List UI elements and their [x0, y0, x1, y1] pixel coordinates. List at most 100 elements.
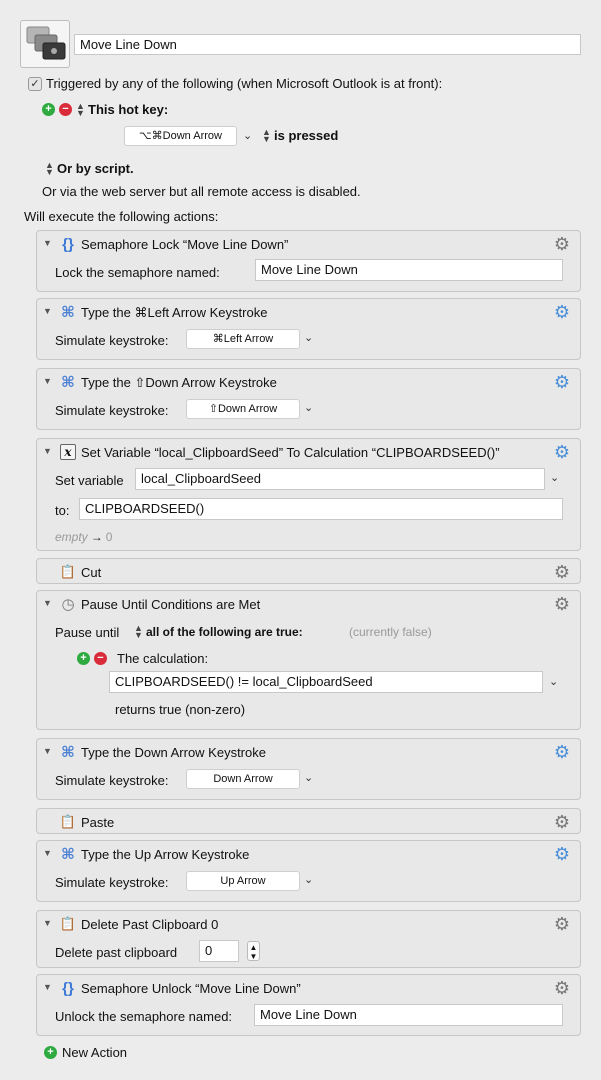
command-key-icon: ⌘ [61, 304, 75, 321]
field-label: Simulate keystroke: [55, 333, 169, 348]
macro-group-icon [20, 20, 70, 68]
action-set-variable[interactable]: ▼ x Set Variable “local_ClipboardSeed” T… [36, 438, 581, 551]
action-header: ▼ ⌘ Type the ⇧Down Arrow Keystroke ⚙ [37, 369, 580, 395]
action-type-keystroke[interactable]: ▼ ⌘ Type the Down Arrow Keystroke ⚙ Simu… [36, 738, 581, 800]
remove-condition-icon[interactable]: − [94, 652, 107, 665]
gear-icon[interactable]: ⚙ [552, 372, 572, 392]
gear-icon[interactable]: ⚙ [552, 742, 572, 762]
action-header: ▼ ◷ Pause Until Conditions are Met ⚙ [37, 591, 580, 617]
action-semaphore-unlock[interactable]: ▼ {} Semaphore Unlock “Move Line Down” ⚙… [36, 974, 581, 1036]
disclosure-triangle-icon[interactable]: ▼ [43, 446, 52, 456]
action-type-keystroke[interactable]: ▼ ⌘ Type the ⇧Down Arrow Keystroke ⚙ Sim… [36, 368, 581, 430]
action-title: Type the Down Arrow Keystroke [81, 745, 266, 760]
action-delete-past-clipboard[interactable]: ▼ 📋 Delete Past Clipboard 0 ⚙ Delete pas… [36, 910, 581, 968]
calculation-preview: empty → 0 [55, 530, 112, 544]
field-label: Simulate keystroke: [55, 403, 169, 418]
disclosure-triangle-icon[interactable]: ▼ [43, 376, 52, 386]
gear-icon[interactable]: ⚙ [552, 302, 572, 322]
hotkey-label: This hot key: [88, 102, 169, 117]
disclosure-triangle-icon[interactable]: ▼ [43, 746, 52, 756]
trigger-checkbox[interactable]: ✓ [28, 76, 42, 91]
stepper-icon[interactable]: ▲ ▼ [247, 941, 260, 961]
action-title: Semaphore Unlock “Move Line Down” [81, 981, 301, 996]
action-pause-until[interactable]: ▼ ◷ Pause Until Conditions are Met ⚙ Pau… [36, 590, 581, 730]
updown-icon: ▲ ▼ [134, 623, 143, 640]
updown-icon[interactable]: ▲ ▼ [76, 101, 85, 117]
field-label: Lock the semaphore named: [55, 265, 220, 280]
remove-trigger-icon[interactable]: − [59, 103, 72, 116]
action-title: Paste [81, 815, 115, 830]
action-header: ▼ 📋 Delete Past Clipboard 0 ⚙ [37, 911, 580, 937]
add-trigger-icon[interactable]: + [42, 103, 55, 116]
preview-empty: empty [55, 530, 88, 544]
disclosure-triangle-icon[interactable]: ▼ [43, 982, 52, 992]
chevron-down-icon[interactable]: ⌄ [304, 401, 313, 414]
x-variable-icon: x [60, 444, 76, 460]
gear-icon[interactable]: ⚙ [552, 594, 572, 614]
disclosure-triangle-icon[interactable]: ▼ [43, 306, 52, 316]
clipboard-icon: 📋 [59, 564, 77, 579]
calculation-field[interactable]: CLIPBOARDSEED() [79, 498, 563, 520]
keystroke-field[interactable]: Up Arrow [186, 871, 300, 891]
gear-icon[interactable]: ⚙ [552, 914, 572, 934]
chevron-down-icon[interactable]: ⌄ [550, 471, 559, 484]
chevron-down-icon[interactable]: ⌄ [304, 873, 313, 886]
clipboard-icon: 📋 [59, 814, 77, 829]
plus-icon: + [44, 1046, 57, 1059]
action-title: Set Variable “local_ClipboardSeed” To Ca… [81, 445, 500, 460]
action-cut[interactable]: 📋 Cut ⚙ [36, 558, 581, 584]
updown-icon: ▲ ▼ [45, 159, 54, 177]
action-type-keystroke[interactable]: ▼ ⌘ Type the Up Arrow Keystroke ⚙ Simula… [36, 840, 581, 902]
disclosure-triangle-icon[interactable]: ▼ [43, 238, 52, 248]
field-label: Delete past clipboard [55, 945, 178, 960]
hotkey-field[interactable]: ⌥⌘Down Arrow [124, 126, 237, 146]
action-header: ▼ ⌘ Type the Up Arrow Keystroke ⚙ [37, 841, 580, 867]
disclosure-triangle-icon[interactable]: ▼ [43, 918, 52, 928]
arrow-right-icon: → [90, 530, 103, 544]
condition-calculation-field[interactable]: CLIPBOARDSEED() != local_ClipboardSeed [109, 671, 543, 693]
chevron-down-icon[interactable]: ⌄ [304, 771, 313, 784]
action-title: Type the ⇧Down Arrow Keystroke [81, 375, 277, 390]
gear-icon[interactable]: ⚙ [552, 812, 572, 832]
semaphore-name-field[interactable]: Move Line Down [255, 259, 563, 281]
chevron-down-icon[interactable]: ⌄ [304, 331, 313, 344]
semaphore-name-field[interactable]: Move Line Down [254, 1004, 563, 1026]
braces-icon: {} [62, 979, 74, 997]
hotkey-state-popup[interactable]: ▲ ▼ is pressed [262, 127, 338, 143]
chevron-down-icon[interactable]: ⌄ [243, 129, 252, 142]
calculation-label: The calculation: [117, 651, 209, 666]
action-title: Pause Until Conditions are Met [81, 597, 261, 612]
action-paste[interactable]: 📋 Paste ⚙ [36, 808, 581, 834]
new-action-button[interactable]: + New Action [44, 1045, 127, 1060]
add-condition-icon[interactable]: + [77, 652, 90, 665]
variable-name-field[interactable]: local_ClipboardSeed [135, 468, 545, 490]
action-header: 📋 Paste ⚙ [37, 809, 580, 835]
action-title: Semaphore Lock “Move Line Down” [81, 237, 289, 252]
keystroke-field[interactable]: ⇧Down Arrow [186, 399, 300, 419]
command-key-icon: ⌘ [61, 744, 75, 761]
keystroke-field[interactable]: ⌘Left Arrow [186, 329, 300, 349]
gear-icon[interactable]: ⚙ [552, 978, 572, 998]
action-header: 📋 Cut ⚙ [37, 559, 580, 585]
clipboard-index-field[interactable]: 0 [199, 940, 239, 962]
action-semaphore-lock[interactable]: ▼ {} Semaphore Lock “Move Line Down” ⚙ L… [36, 230, 581, 292]
gear-icon[interactable]: ⚙ [552, 442, 572, 462]
braces-icon: {} [62, 235, 74, 253]
action-type-keystroke[interactable]: ▼ ⌘ Type the ⌘Left Arrow Keystroke ⚙ Sim… [36, 298, 581, 360]
disclosure-triangle-icon[interactable]: ▼ [43, 598, 52, 608]
action-header: ▼ {} Semaphore Unlock “Move Line Down” ⚙ [37, 975, 580, 1001]
macro-name-field[interactable]: Move Line Down [74, 34, 581, 55]
action-header: ▼ x Set Variable “local_ClipboardSeed” T… [37, 439, 580, 465]
keystroke-field[interactable]: Down Arrow [186, 769, 300, 789]
action-title: Cut [81, 565, 102, 580]
gear-icon[interactable]: ⚙ [552, 234, 572, 254]
gear-icon[interactable]: ⚙ [552, 562, 572, 582]
command-key-icon: ⌘ [61, 374, 75, 391]
gear-icon[interactable]: ⚙ [552, 844, 572, 864]
script-trigger-row[interactable]: ▲ ▼ Or by script. [45, 159, 134, 177]
disclosure-triangle-icon[interactable]: ▼ [43, 848, 52, 858]
field-label: Unlock the semaphore named: [55, 1009, 233, 1024]
condition-popup[interactable]: ▲ ▼ all of the following are true: [134, 623, 303, 640]
action-header: ▼ ⌘ Type the Down Arrow Keystroke ⚙ [37, 739, 580, 765]
chevron-down-icon[interactable]: ⌄ [549, 675, 558, 688]
